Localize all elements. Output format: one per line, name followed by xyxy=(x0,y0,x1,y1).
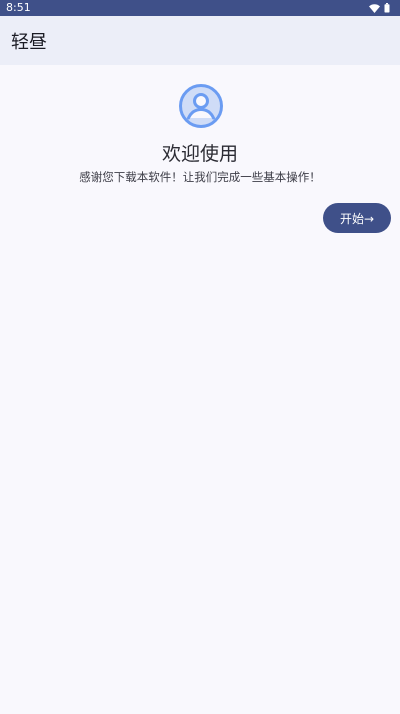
welcome-subtitle: 感谢您下载本软件！让我们完成一些基本操作！ xyxy=(79,170,321,184)
account-circle-icon xyxy=(179,84,223,128)
start-button[interactable]: 开始→ xyxy=(323,203,391,233)
status-icons xyxy=(369,3,390,13)
navigation-bar xyxy=(0,698,400,714)
status-bar: 8:51 xyxy=(0,0,400,16)
battery-icon xyxy=(384,3,390,13)
app-bar: 轻昼 xyxy=(0,16,400,65)
welcome-title: 欢迎使用 xyxy=(161,143,238,165)
wifi-icon xyxy=(369,3,380,13)
screen: 8:51 轻昼 欢迎使用 感谢您下载本软件！让我们完成一些基本操作！ 开始→ xyxy=(0,0,400,714)
app-title: 轻昼 xyxy=(11,31,47,53)
status-time: 8:51 xyxy=(6,1,31,14)
